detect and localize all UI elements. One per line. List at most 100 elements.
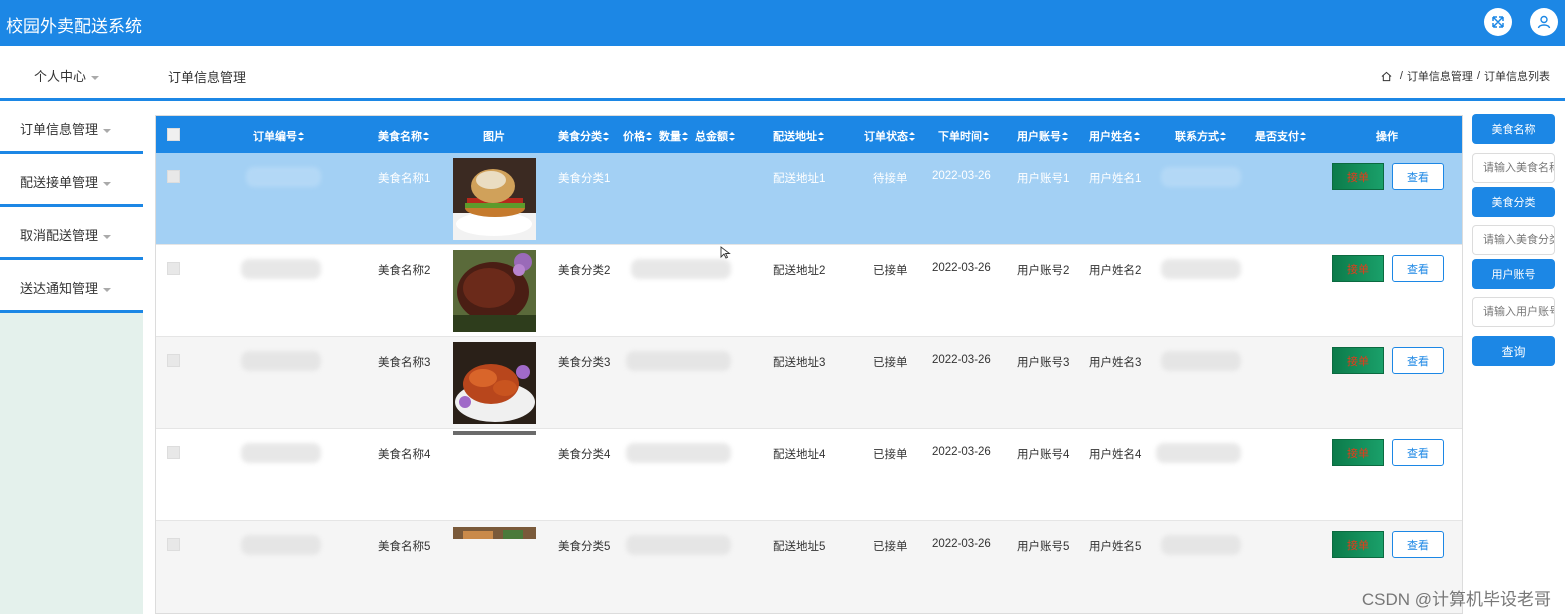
chevron-down-icon [103, 128, 112, 133]
user-avatar-icon[interactable] [1530, 8, 1558, 36]
food-image [453, 158, 536, 240]
sidebar-item-cancel-delivery[interactable]: 取消配送管理 [0, 207, 143, 260]
column-header[interactable]: 联系方式 [1175, 128, 1226, 144]
accept-order-button[interactable]: 接单 [1332, 255, 1384, 282]
food-name-input[interactable] [1472, 153, 1555, 183]
view-button[interactable]: 查看 [1392, 439, 1444, 466]
row-checkbox[interactable] [167, 446, 180, 459]
app-title: 校园外卖配送系统 [6, 17, 142, 36]
table-row[interactable]: 美食名称4 美食分类4 配送地址4 已接单 2022-03-26 用户账号4 用… [156, 429, 1462, 521]
select-all-checkbox[interactable] [167, 128, 180, 141]
blurred-order-id [241, 259, 321, 279]
sidebar: 订单信息管理 配送接单管理 取消配送管理 送达通知管理 [0, 101, 143, 614]
blurred-phone [1156, 443, 1241, 463]
food-name-cell: 美食名称2 [378, 265, 431, 277]
table-row[interactable]: 美食名称1 美食分类1 配送地址1 待接单 2022-03-26 用户账号1 用… [156, 153, 1462, 245]
fullscreen-icon[interactable] [1484, 8, 1512, 36]
user-center-menu[interactable]: 个人中心 [34, 66, 100, 85]
blurred-price [631, 259, 731, 279]
table-header: 订单编号 美食名称 图片 美食分类 价格 数量 总金额 配送地址 订单状态 下单… [156, 116, 1462, 153]
category-cell: 美食分类4 [558, 449, 611, 461]
accept-order-button[interactable]: 接单 [1332, 439, 1384, 466]
column-header[interactable]: 配送地址 [773, 128, 824, 144]
row-checkbox[interactable] [167, 538, 180, 551]
accept-order-button[interactable]: 接单 [1332, 163, 1384, 190]
user-name-cell: 用户姓名2 [1089, 265, 1142, 277]
blurred-order-id [241, 351, 321, 371]
blurred-order-id [241, 443, 321, 463]
time-cell: 2022-03-26 [932, 262, 991, 274]
row-checkbox[interactable] [167, 354, 180, 367]
account-cell: 用户账号4 [1017, 449, 1070, 461]
account-cell: 用户账号5 [1017, 541, 1070, 553]
food-name-cell: 美食名称4 [378, 449, 431, 461]
watermark: CSDN @计算机毕设老哥 [1361, 590, 1551, 609]
breadcrumb-item[interactable]: 订单信息管理 [1407, 68, 1473, 84]
view-button[interactable]: 查看 [1392, 347, 1444, 374]
view-button[interactable]: 查看 [1392, 255, 1444, 282]
account-cell: 用户账号2 [1017, 265, 1070, 277]
column-header[interactable]: 订单状态 [864, 128, 915, 144]
address-cell: 配送地址5 [773, 541, 826, 553]
user-name-cell: 用户姓名5 [1089, 541, 1142, 553]
status-cell: 已接单 [873, 449, 908, 461]
status-cell: 已接单 [873, 541, 908, 553]
query-button[interactable]: 查询 [1472, 336, 1555, 366]
user-name-cell: 用户姓名3 [1089, 357, 1142, 369]
category-cell: 美食分类3 [558, 357, 611, 369]
blurred-phone [1161, 167, 1241, 187]
column-header[interactable]: 用户姓名 [1089, 128, 1140, 144]
category-cell: 美食分类1 [558, 173, 611, 185]
status-cell: 已接单 [873, 357, 908, 369]
column-header[interactable]: 美食名称 [378, 128, 429, 144]
row-checkbox[interactable] [167, 170, 180, 183]
sidebar-item-delivery-accept[interactable]: 配送接单管理 [0, 154, 143, 207]
category-label: 美食分类 [1472, 187, 1555, 217]
account-cell: 用户账号1 [1017, 173, 1070, 185]
table-row[interactable]: 美食名称5 美食分类5 配送地址5 已接单 2022-03-26 用户账号5 用… [156, 521, 1462, 613]
column-header[interactable]: 美食分类 [558, 128, 609, 144]
view-button[interactable]: 查看 [1392, 163, 1444, 190]
blurred-phone [1161, 535, 1241, 555]
home-icon[interactable] [1381, 71, 1392, 82]
nav-row: 个人中心 订单信息管理 / 订单信息管理 / 订单信息列表 [0, 46, 1565, 101]
blurred-order-id [246, 167, 321, 187]
blurred-price [626, 443, 731, 463]
table-row[interactable]: 美食名称3 美食分类3 配送地址3 已接单 2022-03-26 用户账号3 用… [156, 337, 1462, 429]
column-header[interactable]: 用户账号 [1017, 128, 1068, 144]
accept-order-button[interactable]: 接单 [1332, 347, 1384, 374]
table-row[interactable]: 美食名称2 美食分类2 配送地址2 已接单 2022-03-26 用户账号2 用… [156, 245, 1462, 337]
column-header[interactable]: 价格 [623, 128, 652, 144]
sidebar-item-label: 取消配送管理 [20, 228, 99, 243]
column-header: 图片 [483, 131, 505, 143]
category-input[interactable] [1472, 225, 1555, 255]
blurred-price [626, 535, 731, 555]
status-cell: 已接单 [873, 265, 908, 277]
user-name-cell: 用户姓名1 [1089, 173, 1142, 185]
food-image [453, 527, 536, 539]
column-header[interactable]: 是否支付 [1255, 128, 1306, 144]
column-header: 操作 [1376, 131, 1398, 143]
chevron-down-icon [103, 234, 112, 239]
column-header[interactable]: 订单编号 [253, 128, 304, 144]
view-button[interactable]: 查看 [1392, 531, 1444, 558]
column-header[interactable]: 下单时间 [938, 128, 989, 144]
address-cell: 配送地址1 [773, 173, 826, 185]
category-cell: 美食分类5 [558, 541, 611, 553]
breadcrumb-item-current: 订单信息列表 [1484, 71, 1550, 83]
account-input[interactable] [1472, 297, 1555, 327]
sidebar-item-order-info[interactable]: 订单信息管理 [0, 101, 143, 154]
sidebar-item-label: 送达通知管理 [20, 281, 99, 296]
column-header[interactable]: 总金额 [695, 128, 735, 144]
food-name-cell: 美食名称1 [378, 173, 431, 185]
column-header[interactable]: 数量 [659, 128, 688, 144]
order-table: 订单编号 美食名称 图片 美食分类 价格 数量 总金额 配送地址 订单状态 下单… [155, 115, 1463, 614]
accept-order-button[interactable]: 接单 [1332, 531, 1384, 558]
row-checkbox[interactable] [167, 262, 180, 275]
sidebar-item-delivered-notice[interactable]: 送达通知管理 [0, 260, 143, 313]
chevron-down-icon [103, 287, 112, 292]
chevron-down-icon [103, 181, 112, 186]
chevron-down-icon [91, 75, 100, 80]
account-label: 用户账号 [1472, 259, 1555, 289]
sidebar-item-label: 订单信息管理 [20, 122, 99, 137]
